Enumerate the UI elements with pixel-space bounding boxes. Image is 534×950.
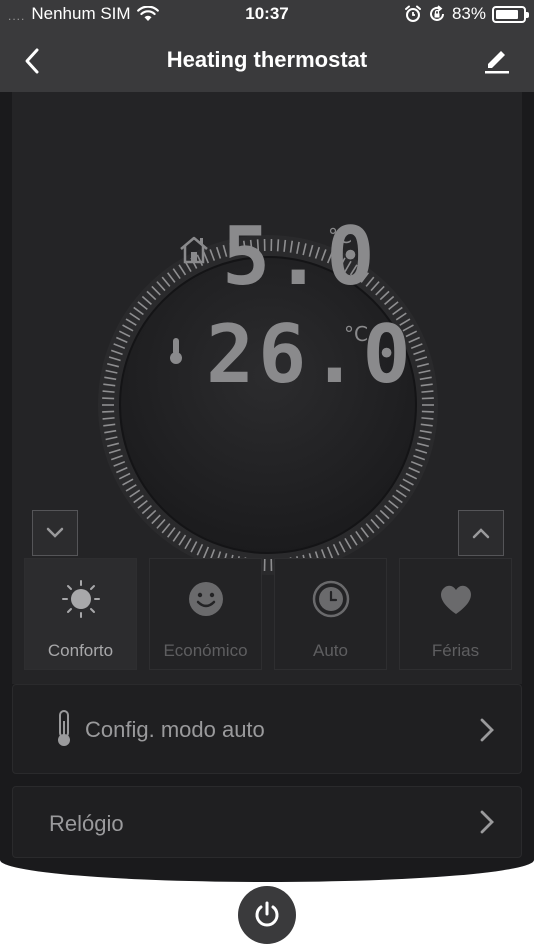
set-temperature: 5.0 (222, 210, 379, 303)
auto-mode-config-label: Config. modo auto (85, 717, 265, 742)
clock-label: Relógio (49, 811, 124, 836)
mode-label: Férias (431, 641, 480, 660)
mode-label: Auto (313, 641, 348, 660)
mode-selector: Conforto Económico Auto Férias (24, 558, 512, 670)
rotation-lock-icon (429, 5, 444, 21)
clock-icon (312, 580, 349, 618)
battery-icon (492, 5, 529, 23)
pencil-icon[interactable] (482, 46, 512, 76)
auto-mode-config-row[interactable]: Config. modo auto (12, 684, 522, 774)
decrease-temperature-button[interactable] (32, 510, 78, 556)
heart-icon (440, 585, 471, 614)
mode-ferias[interactable]: Férias (399, 558, 512, 670)
dial-tick (421, 397, 434, 400)
chevron-right-icon (480, 810, 494, 834)
mode-label: Conforto (47, 641, 114, 660)
navigation-bar: Heating thermostat (0, 30, 534, 92)
thermometer-icon (170, 338, 182, 364)
main-content: 5.0 °C 26.0 °C Conforto Económico Auto F… (0, 92, 534, 882)
dial-tick (102, 397, 115, 400)
chevron-up-icon (472, 528, 490, 539)
current-temperature: 26.0 (206, 308, 415, 401)
dial-tick (102, 417, 115, 420)
mode-economico[interactable]: Económico (149, 558, 262, 670)
battery-fill (496, 9, 518, 19)
current-temperature-unit: °C (344, 322, 368, 346)
power-icon (255, 901, 279, 927)
alarm-icon (404, 5, 421, 22)
mode-label: Económico (163, 641, 248, 660)
clock-row[interactable]: Relógio (12, 786, 522, 858)
thermometer-icon (58, 710, 70, 746)
smiley-icon (188, 582, 223, 616)
app-screen: .... Nenhum SIM 10:37 83% Heating thermo… (0, 0, 534, 950)
power-button[interactable] (238, 886, 296, 944)
dial-tick (421, 417, 434, 420)
mode-conforto[interactable]: Conforto (24, 558, 137, 670)
dial-tick (102, 390, 115, 393)
dial-tick (421, 390, 434, 393)
page-title: Heating thermostat (166, 47, 368, 72)
mode-auto[interactable]: Auto (274, 558, 387, 670)
status-bar: .... Nenhum SIM 10:37 83% (0, 0, 534, 30)
set-temperature-unit: °C (328, 224, 352, 248)
status-right: 83% (404, 4, 529, 24)
home-icon (180, 236, 208, 264)
battery-percent: 83% (451, 4, 486, 23)
dial-tick (421, 410, 434, 413)
dial-tick (102, 410, 115, 413)
increase-temperature-button[interactable] (458, 510, 504, 556)
chevron-right-icon (480, 718, 494, 742)
sun-icon (61, 580, 100, 618)
chevron-down-icon (46, 527, 64, 538)
